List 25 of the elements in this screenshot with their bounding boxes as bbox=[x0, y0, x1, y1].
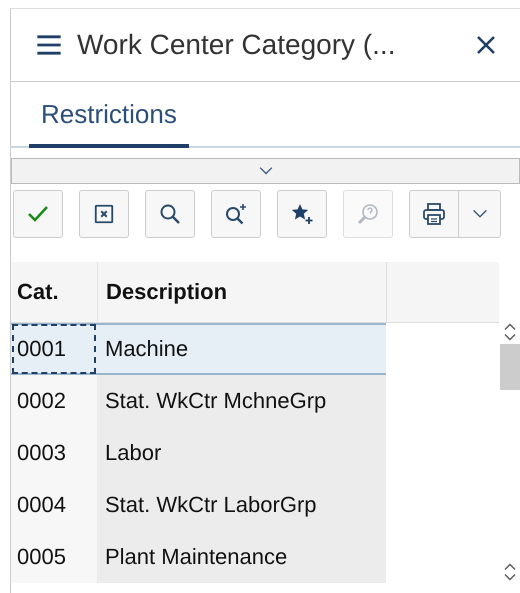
table-cell[interactable]: Labor bbox=[97, 427, 386, 479]
table-cell[interactable]: 0004 bbox=[11, 479, 97, 531]
scrollbar-thumb[interactable] bbox=[500, 344, 520, 390]
table-cell[interactable]: Machine bbox=[97, 323, 386, 375]
toolbar-button[interactable] bbox=[277, 190, 327, 238]
search-plus-icon bbox=[224, 202, 248, 226]
table-cell[interactable]: 0002 bbox=[11, 375, 97, 427]
table-cell[interactable]: Stat. WkCtr LaborGrp bbox=[97, 479, 386, 531]
table-cell[interactable]: Stat. WkCtr MchneGrp bbox=[97, 375, 386, 427]
table-cell[interactable]: Plant Maintenance bbox=[97, 531, 386, 583]
toolbar-button[interactable] bbox=[409, 190, 459, 238]
column-header[interactable]: Cat. bbox=[11, 262, 97, 323]
star-plus-icon bbox=[290, 202, 314, 226]
column-header[interactable]: Description bbox=[97, 262, 386, 323]
search-icon bbox=[158, 202, 182, 226]
toolbar-button[interactable] bbox=[145, 190, 195, 238]
table-cell[interactable]: 0001 bbox=[11, 323, 97, 375]
tab[interactable]: Restrictions bbox=[29, 99, 189, 148]
toolbar-button[interactable] bbox=[211, 190, 261, 238]
window-title: Work Center Category (... bbox=[77, 29, 396, 61]
cancel-icon bbox=[93, 203, 115, 225]
toolbar-button[interactable] bbox=[79, 190, 129, 238]
table-cell[interactable]: 0005 bbox=[11, 531, 97, 583]
table-cell[interactable]: 0003 bbox=[11, 427, 97, 479]
printer-icon bbox=[422, 202, 446, 226]
